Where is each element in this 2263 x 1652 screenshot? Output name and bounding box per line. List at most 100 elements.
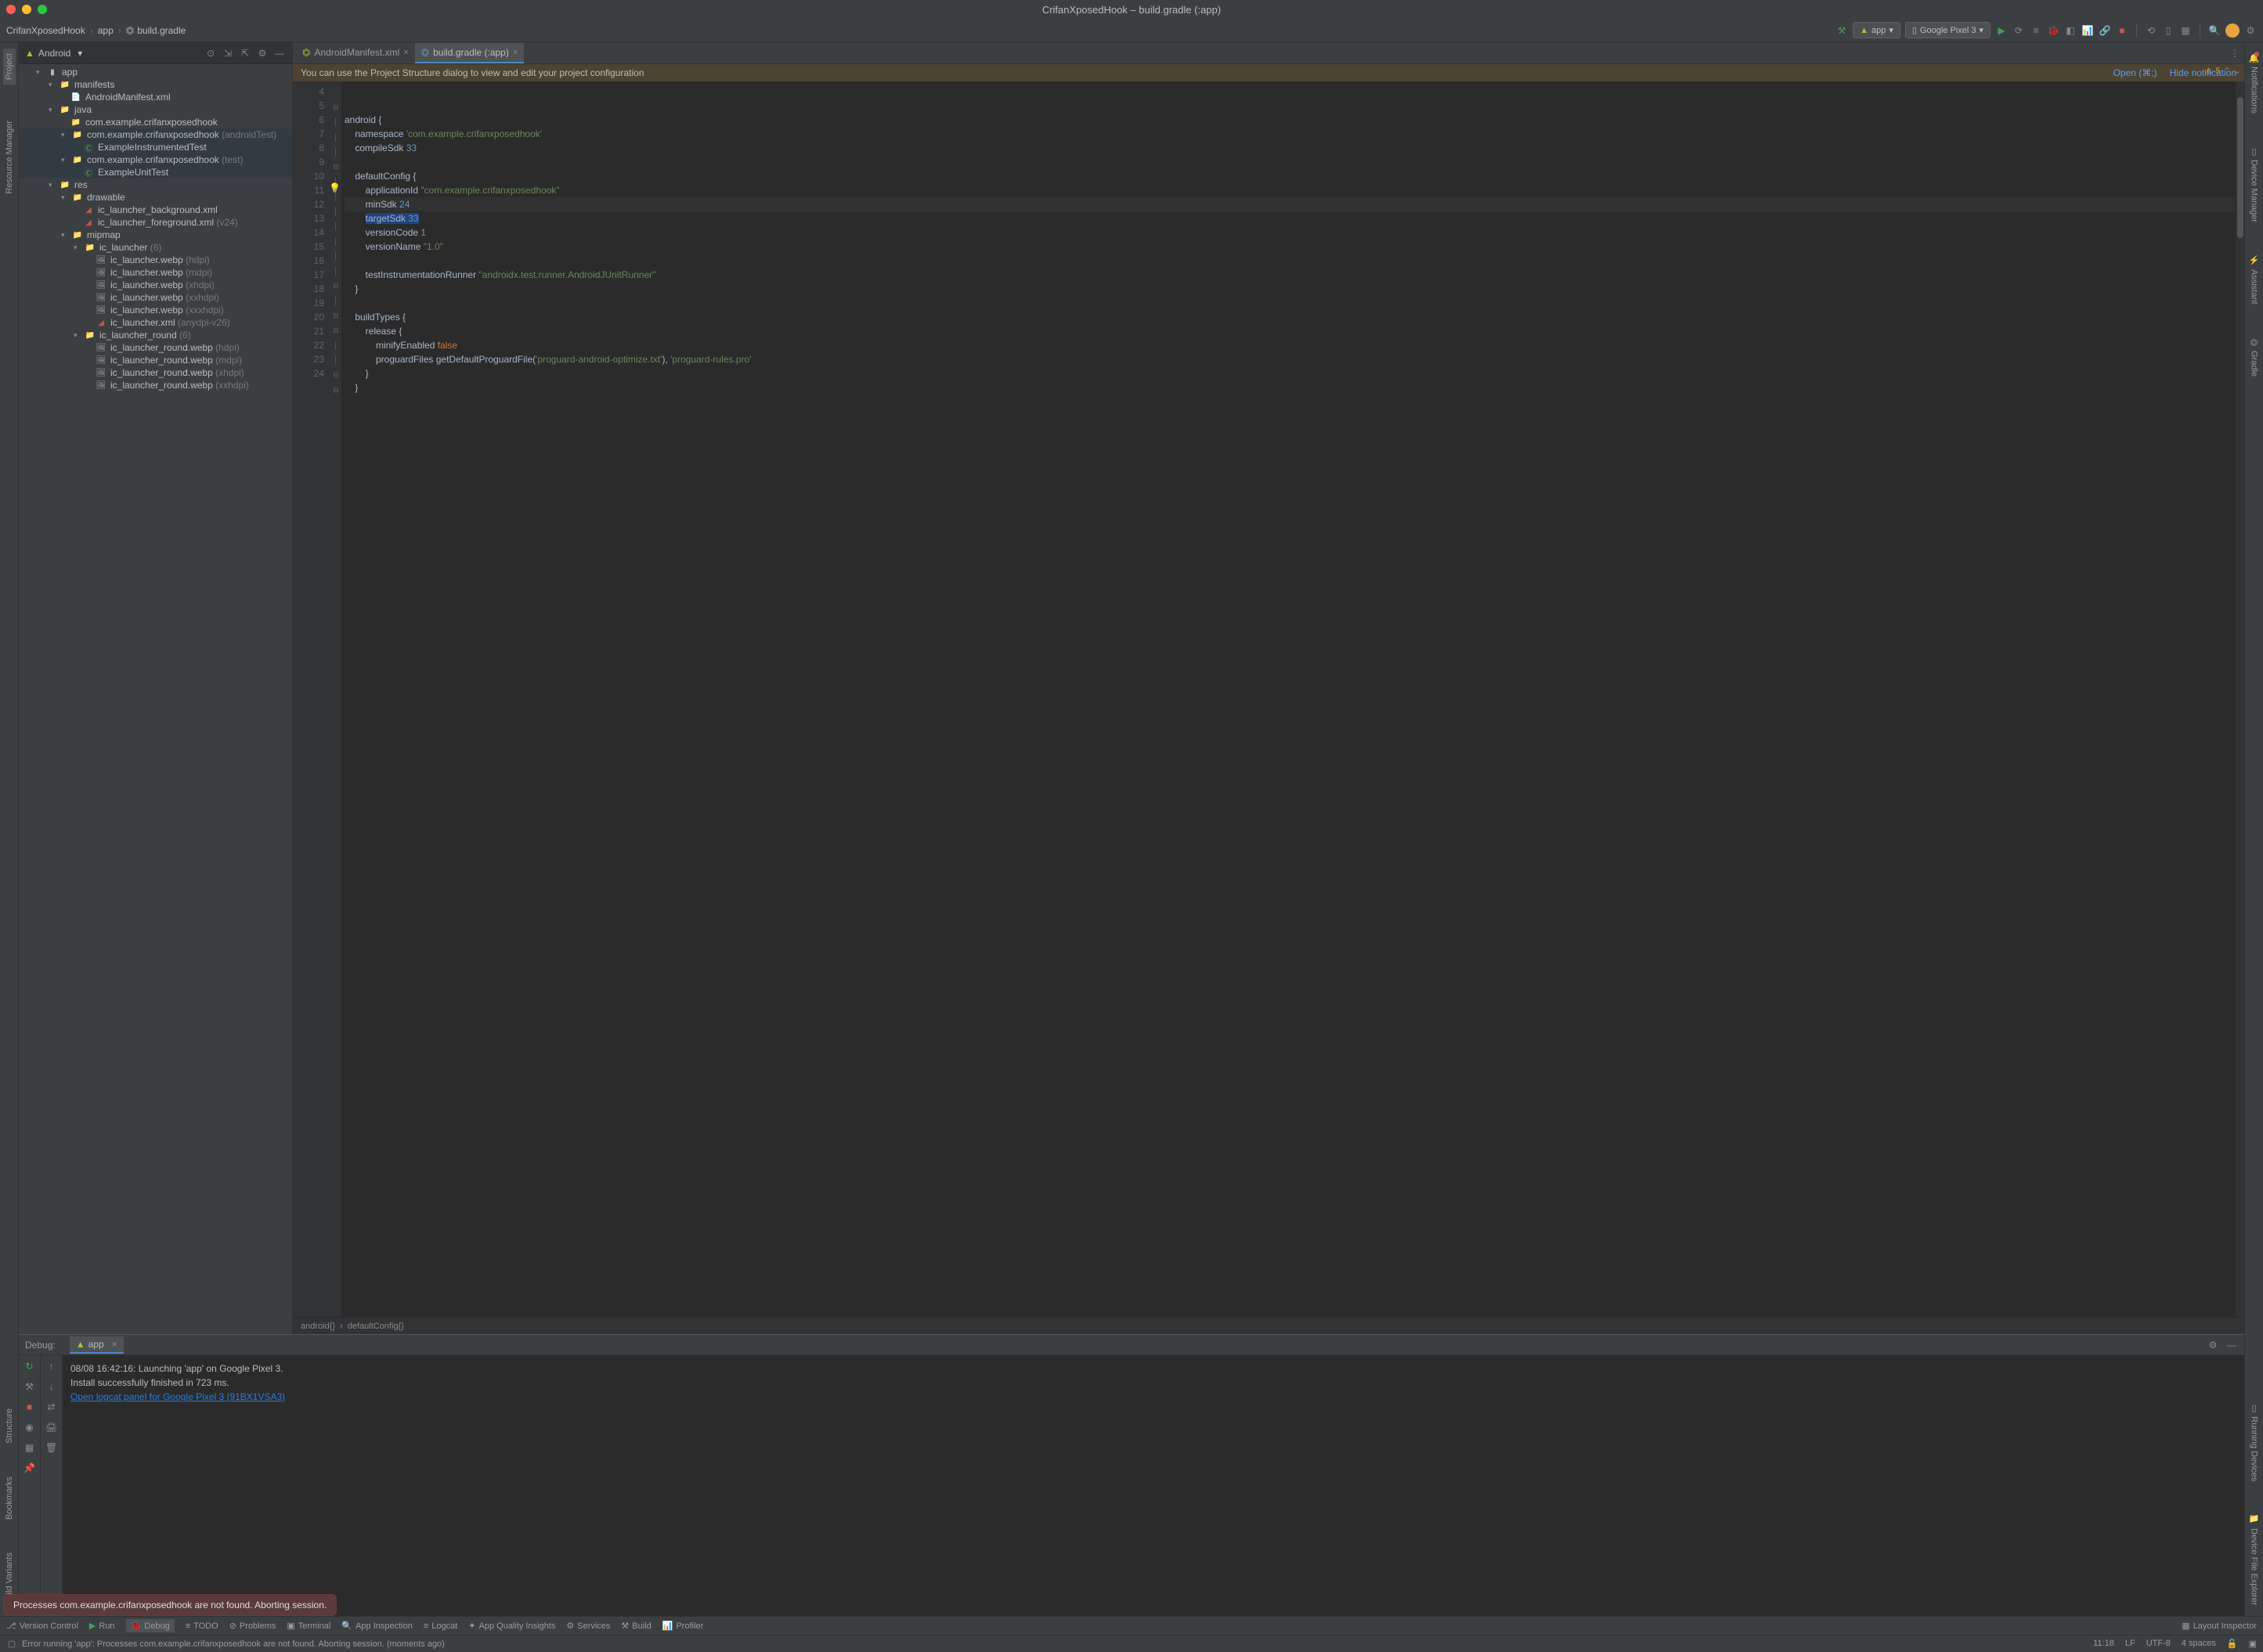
tw-problems[interactable]: ⊘Problems [229, 1621, 276, 1631]
coverage-icon[interactable]: ◧ [2064, 24, 2077, 37]
sidebar-gradle[interactable]: ⏣Gradle [2247, 333, 2261, 381]
sdk-icon[interactable]: ▦ [2179, 24, 2192, 37]
select-opened-icon[interactable]: ⊙ [204, 47, 217, 60]
breadcrumb-app[interactable]: app [98, 25, 114, 36]
project-view-selector[interactable]: ▲Android▾ [25, 48, 82, 59]
run-icon[interactable]: ▶ [1995, 24, 2008, 37]
layout-icon[interactable]: ▦ [23, 1441, 36, 1454]
tw-services[interactable]: ⚙Services [566, 1621, 610, 1631]
down-icon[interactable]: ↓ [45, 1380, 58, 1393]
tw-app-inspection[interactable]: 🔍App Inspection [341, 1621, 412, 1631]
notif-open-link[interactable]: Open (⌘;) [2113, 67, 2157, 78]
tree-webp[interactable]: 🖼ic_launcher_round.webp (hdpi) [19, 341, 292, 354]
sidebar-device-manager[interactable]: ▯Device Manager [2247, 142, 2261, 227]
tree-manifest-file[interactable]: 📄AndroidManifest.xml [19, 91, 292, 103]
tw-logcat[interactable]: ≡Logcat [424, 1621, 457, 1631]
cursor-pos[interactable]: 11:18 [2093, 1639, 2114, 1649]
search-icon[interactable]: 🔍 [2208, 24, 2221, 37]
tree-ex-unit[interactable]: ⒸExampleUnitTest [19, 166, 292, 179]
encoding[interactable]: UTF-8 [2146, 1639, 2171, 1649]
tree-webp[interactable]: 🖼ic_launcher.webp (xhdpi) [19, 279, 292, 291]
sidebar-running-devices[interactable]: ▯Running Devices [2247, 1398, 2261, 1486]
sidebar-project[interactable]: Project [3, 49, 16, 85]
tab-manifest[interactable]: ⏣AndroidManifest.xml× [296, 43, 415, 63]
tree-mipmap[interactable]: ▾📁mipmap [19, 229, 292, 241]
sidebar-structure[interactable]: Structure [3, 1404, 16, 1448]
hide-icon[interactable]: — [2225, 1339, 2238, 1351]
up-icon[interactable]: ↑ [45, 1360, 58, 1372]
close-icon[interactable]: × [403, 48, 408, 57]
tree-ex-inst[interactable]: ⒸExampleInstrumentedTest [19, 141, 292, 153]
window-icon[interactable]: ▢ [6, 1638, 17, 1650]
device-selector[interactable]: ▯Google Pixel 3▾ [1905, 22, 1991, 38]
tw-debug[interactable]: 🐞Debug [126, 1619, 175, 1632]
gear-icon[interactable]: ⚙ [2207, 1339, 2219, 1351]
tree-drawable[interactable]: ▾📁drawable [19, 191, 292, 204]
clear-icon[interactable]: 🗑 [45, 1441, 58, 1454]
resume-icon[interactable]: ⚒ [23, 1380, 36, 1393]
indent[interactable]: 4 spaces [2182, 1639, 2216, 1649]
tree-ic-round[interactable]: ▾📁ic_launcher_round (6) [19, 329, 292, 341]
tree-icbg[interactable]: ◢ic_launcher_background.xml [19, 204, 292, 216]
hammer-icon[interactable]: ⚒ [1835, 24, 1848, 37]
gear-icon[interactable]: ⚙ [256, 47, 269, 60]
tree-pkg1[interactable]: 📁com.example.crifanxposedhook [19, 116, 292, 128]
close-icon[interactable]: × [112, 1339, 117, 1350]
tw-build[interactable]: ⚒Build [621, 1621, 651, 1631]
close-window[interactable] [6, 5, 16, 14]
tree-icfg[interactable]: ◢ic_launcher_foreground.xml (v24) [19, 216, 292, 229]
tw-run[interactable]: ▶Run [89, 1621, 115, 1631]
rerun-icon[interactable]: ↻ [23, 1360, 36, 1372]
line-sep[interactable]: LF [2125, 1639, 2135, 1649]
apply-changes-icon[interactable]: ⟳ [2012, 24, 2025, 37]
tree-webp[interactable]: 🖼ic_launcher.webp (xxhdpi) [19, 291, 292, 304]
memory-icon[interactable]: ▣ [2249, 1639, 2257, 1649]
logcat-link[interactable]: Open logcat panel for Google Pixel 3 (91… [70, 1391, 285, 1402]
wrap-icon[interactable]: ⇄ [45, 1401, 58, 1413]
tree-icxml[interactable]: ◢ic_launcher.xml (anydpi-v26) [19, 316, 292, 329]
tw-profiler[interactable]: 📊Profiler [662, 1621, 704, 1631]
stop-icon[interactable]: ■ [2116, 24, 2128, 37]
tree-webp[interactable]: 🖼ic_launcher.webp (hdpi) [19, 254, 292, 266]
breadcrumb-root[interactable]: CrifanXposedHook [6, 25, 85, 36]
tree-webp[interactable]: 🖼ic_launcher.webp (xxxhdpi) [19, 304, 292, 316]
debug-tab-app[interactable]: ▲app× [70, 1336, 124, 1354]
run-config-selector[interactable]: ▲app▾ [1853, 22, 1900, 38]
tree-app[interactable]: ▾▮app [19, 66, 292, 78]
tw-todo[interactable]: ≡TODO [186, 1621, 218, 1631]
tree-pkg2[interactable]: ▾📁com.example.crifanxposedhook (androidT… [19, 128, 292, 141]
bulb-icon[interactable]: 💡 [329, 181, 341, 195]
fold-gutter[interactable]: ⊟│││⊟│││││││⊟│⊟⊟││⊟⊟ [330, 81, 341, 1317]
editor-scrollbar[interactable]: ⚠5⌃⌄ [2235, 81, 2244, 1317]
close-icon[interactable]: × [513, 48, 518, 57]
minimize-window[interactable] [22, 5, 31, 14]
debug-icon[interactable]: 🐞 [2047, 24, 2059, 37]
profile-icon[interactable]: 📊 [2081, 24, 2094, 37]
settings-icon[interactable]: ⚙ [2244, 24, 2257, 37]
sync-icon[interactable]: ⟲ [2145, 24, 2157, 37]
tree-pkg3[interactable]: ▾📁com.example.crifanxposedhook (test) [19, 153, 292, 166]
tree-webp[interactable]: 🖼ic_launcher_round.webp (xhdpi) [19, 366, 292, 379]
maximize-window[interactable] [38, 5, 47, 14]
sidebar-bookmarks[interactable]: Bookmarks [3, 1472, 16, 1524]
tree-ic-launcher[interactable]: ▾📁ic_launcher (6) [19, 241, 292, 254]
tree-manifests[interactable]: ▾📁manifests [19, 78, 292, 91]
readonly-icon[interactable]: 🔓 [2227, 1639, 2238, 1649]
debug-console[interactable]: 08/08 16:42:16: Launching 'app' on Googl… [63, 1355, 2244, 1616]
tree-java[interactable]: ▾📁java [19, 103, 292, 116]
breadcrumb-file[interactable]: ⏣build.gradle [126, 25, 186, 36]
sidebar-resource-manager[interactable]: Resource Manager [3, 116, 16, 199]
account-avatar[interactable] [2225, 23, 2240, 38]
avd-icon[interactable]: ▯ [2162, 24, 2175, 37]
inspection-badge[interactable]: ⚠5⌃⌄ [2205, 66, 2241, 76]
tree-webp[interactable]: 🖼ic_launcher_round.webp (xxhdpi) [19, 379, 292, 391]
tw-terminal[interactable]: ▣Terminal [287, 1621, 330, 1631]
tree-res[interactable]: ▾📁res [19, 179, 292, 191]
more-icon[interactable]: ⋮ [2229, 47, 2241, 60]
apply-code-icon[interactable]: ≡ [2030, 24, 2042, 37]
tw-version-control[interactable]: ⎇Version Control [6, 1621, 78, 1631]
attach-debugger-icon[interactable]: 🔗 [2099, 24, 2111, 37]
tw-app-quality[interactable]: ✦App Quality Insights [468, 1621, 555, 1631]
tree-webp[interactable]: 🖼ic_launcher.webp (mdpi) [19, 266, 292, 279]
tw-layout-inspector[interactable]: ▦Layout Inspector [2182, 1621, 2257, 1631]
